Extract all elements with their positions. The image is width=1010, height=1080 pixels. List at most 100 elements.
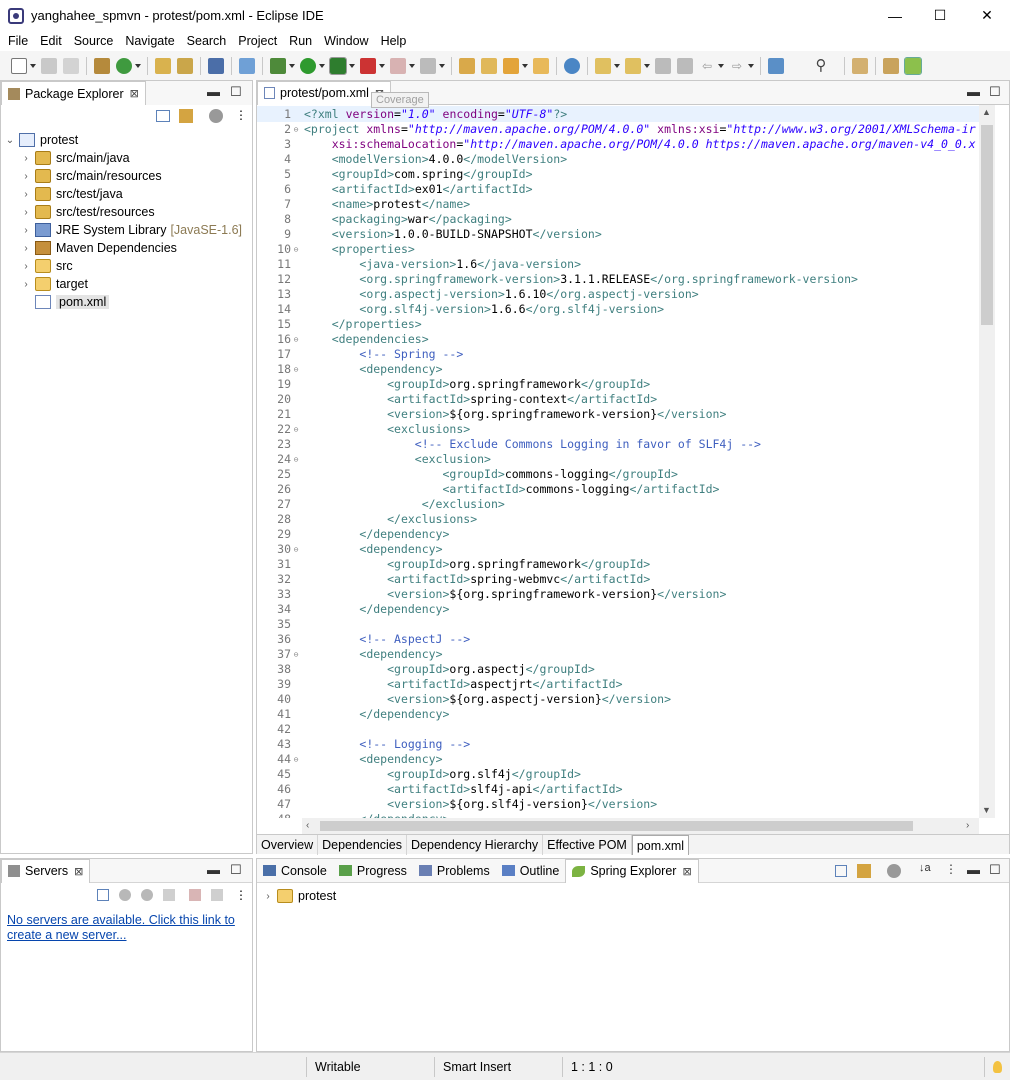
h-scrollbar-thumb[interactable] bbox=[320, 821, 913, 831]
code-line[interactable]: 39 <artifactId>aspectjrt</artifactId> bbox=[257, 677, 979, 692]
code-line[interactable]: 25 <groupId>commons-logging</groupId> bbox=[257, 467, 979, 482]
tree-row-protest[interactable]: › protest bbox=[263, 887, 1003, 905]
minimize-view-icon[interactable]: ▬ bbox=[967, 84, 980, 99]
fold-toggle-icon[interactable]: ⊖ bbox=[291, 752, 301, 767]
close-button[interactable]: ✕ bbox=[964, 0, 1010, 31]
code-line[interactable]: 43 <!-- Logging --> bbox=[257, 737, 979, 752]
maximize-view-icon[interactable]: ☐ bbox=[230, 862, 242, 878]
fold-toggle-icon[interactable]: ⊖ bbox=[291, 542, 301, 557]
tab-effective-pom[interactable]: Effective POM bbox=[543, 835, 632, 855]
tree-item-target[interactable]: › target bbox=[5, 275, 252, 293]
maximize-view-icon[interactable]: ☐ bbox=[989, 84, 1001, 100]
code-line[interactable]: 29 </dependency> bbox=[257, 527, 979, 542]
search-icon[interactable]: ⚲ bbox=[813, 57, 829, 74]
code-line[interactable]: 26 <artifactId>commons-logging</artifact… bbox=[257, 482, 979, 497]
scrollbar-thumb[interactable] bbox=[981, 125, 993, 325]
close-icon[interactable]: ⊠ bbox=[682, 865, 691, 878]
code-line[interactable]: 45 <groupId>org.slf4j</groupId> bbox=[257, 767, 979, 782]
open-project-icon[interactable] bbox=[533, 57, 549, 74]
tab-pom-xml-source[interactable]: pom.xml bbox=[631, 835, 690, 855]
menu-source[interactable]: Source bbox=[68, 34, 120, 48]
code-line[interactable]: 35 bbox=[257, 617, 979, 632]
deploy-dropdown[interactable] bbox=[439, 63, 445, 68]
code-line[interactable]: 11 <java-version>1.6</java-version> bbox=[257, 257, 979, 272]
new-icon[interactable] bbox=[11, 57, 27, 74]
code-line[interactable]: 37 ⊖ <dependency> bbox=[257, 647, 979, 662]
code-line[interactable]: 12 <org.springframework-version>3.1.1.RE… bbox=[257, 272, 979, 287]
filters-icon[interactable] bbox=[209, 109, 223, 123]
code-line[interactable]: 16 ⊖ <dependencies> bbox=[257, 332, 979, 347]
tab-dependency-hierarchy[interactable]: Dependency Hierarchy bbox=[407, 835, 544, 855]
terminal-icon[interactable] bbox=[208, 57, 224, 74]
last-edit-icon[interactable] bbox=[655, 57, 671, 74]
fold-toggle-icon[interactable]: ⊖ bbox=[291, 242, 301, 257]
debug-server-icon[interactable] bbox=[119, 889, 131, 901]
debug-dropdown[interactable] bbox=[289, 63, 295, 68]
tree-item-src-main-resources[interactable]: › src/main/resources bbox=[5, 167, 252, 185]
run-icon[interactable] bbox=[300, 57, 316, 74]
code-line[interactable]: 23 <!-- Exclude Commons Logging in favor… bbox=[257, 437, 979, 452]
tree-item-src-main-java[interactable]: › src/main/java bbox=[5, 149, 252, 167]
menu-help[interactable]: Help bbox=[375, 34, 413, 48]
minimize-view-icon[interactable]: ▬ bbox=[967, 862, 980, 877]
tab-progress[interactable]: Progress bbox=[333, 859, 413, 883]
expand-chevron-icon[interactable]: › bbox=[21, 207, 31, 218]
fold-toggle-icon[interactable]: ⊖ bbox=[291, 422, 301, 437]
fold-toggle-icon[interactable]: ⊖ bbox=[291, 452, 301, 467]
code-line[interactable]: 40 <version>${org.aspectj-version}</vers… bbox=[257, 692, 979, 707]
code-line[interactable]: 18 ⊖ <dependency> bbox=[257, 362, 979, 377]
menu-window[interactable]: Window bbox=[318, 34, 374, 48]
external-tools-dropdown[interactable] bbox=[379, 63, 385, 68]
code-line[interactable]: 9 <version>1.0.0-BUILD-SNAPSHOT</version… bbox=[257, 227, 979, 242]
expand-chevron-icon[interactable]: › bbox=[21, 279, 31, 290]
sort-icon[interactable]: ↓a bbox=[919, 862, 931, 874]
code-line[interactable]: 47 <version>${org.slf4j-version}</versio… bbox=[257, 797, 979, 812]
deploy-icon[interactable] bbox=[420, 57, 436, 74]
view-menu-icon[interactable]: ⋮ bbox=[235, 888, 247, 902]
forward-dropdown[interactable] bbox=[748, 63, 754, 68]
code-area[interactable]: 1 <?xml version="1.0" encoding="UTF-8"?> 2… bbox=[257, 105, 979, 818]
open-folder-icon[interactable] bbox=[481, 57, 497, 74]
view-menu-icon[interactable]: ⋮ bbox=[235, 108, 247, 122]
profile-server-icon[interactable] bbox=[163, 889, 175, 901]
create-server-link[interactable]: No servers are available. Click this lin… bbox=[7, 913, 235, 942]
tab-servers[interactable]: Servers ⊠ bbox=[1, 858, 91, 883]
code-line[interactable]: 10 ⊖ <properties> bbox=[257, 242, 979, 257]
spring-perspective-icon[interactable] bbox=[904, 56, 922, 75]
java-perspective-icon[interactable] bbox=[883, 57, 899, 74]
menu-navigate[interactable]: Navigate bbox=[119, 34, 180, 48]
expand-chevron-icon[interactable]: › bbox=[21, 225, 31, 236]
fold-toggle-icon[interactable]: ⊖ bbox=[291, 122, 301, 137]
expand-chevron-icon[interactable]: › bbox=[263, 891, 273, 902]
code-line[interactable]: 15 </properties> bbox=[257, 317, 979, 332]
maximize-button[interactable]: ☐ bbox=[917, 0, 963, 31]
start-server-icon[interactable] bbox=[141, 889, 153, 901]
open-perspective-icon[interactable] bbox=[852, 57, 868, 74]
code-line[interactable]: 42 bbox=[257, 722, 979, 737]
code-line[interactable]: 24 ⊖ <exclusion> bbox=[257, 452, 979, 467]
code-line[interactable]: 30 ⊖ <dependency> bbox=[257, 542, 979, 557]
code-line[interactable]: 41 </dependency> bbox=[257, 707, 979, 722]
code-line[interactable]: 46 <artifactId>slf4j-api</artifactId> bbox=[257, 782, 979, 797]
tree-item-maven-dependencies[interactable]: › Maven Dependencies bbox=[5, 239, 252, 257]
close-icon[interactable]: ⊠ bbox=[130, 87, 139, 100]
fold-toggle-icon[interactable]: ⊖ bbox=[291, 332, 301, 347]
code-line[interactable]: 2 ⊖ <project xmlns="http://maven.apache.or… bbox=[257, 122, 979, 137]
code-line[interactable]: 33 <version>${org.springframework-versio… bbox=[257, 587, 979, 602]
new-java-dropdown[interactable] bbox=[135, 63, 141, 68]
scroll-up-icon[interactable]: ▲ bbox=[982, 107, 991, 117]
collapse-all-icon[interactable] bbox=[156, 110, 170, 122]
minimize-view-icon[interactable]: ▬ bbox=[207, 84, 220, 99]
previous-annotation-dropdown[interactable] bbox=[644, 63, 650, 68]
menu-search[interactable]: Search bbox=[181, 34, 233, 48]
tree-item-src-test-java[interactable]: › src/test/java bbox=[5, 185, 252, 203]
menu-project[interactable]: Project bbox=[232, 34, 283, 48]
close-icon[interactable]: ⊠ bbox=[74, 865, 83, 878]
tab-overview[interactable]: Overview bbox=[257, 835, 319, 855]
code-line[interactable]: 13 <org.aspectj-version>1.6.10</org.aspe… bbox=[257, 287, 979, 302]
coverage-icon[interactable] bbox=[329, 56, 347, 75]
code-line[interactable]: 5 <groupId>com.spring</groupId> bbox=[257, 167, 979, 182]
code-line[interactable]: 20 <artifactId>spring-context</artifactI… bbox=[257, 392, 979, 407]
run-dropdown[interactable] bbox=[319, 63, 325, 68]
coverage-dropdown[interactable] bbox=[349, 63, 355, 68]
